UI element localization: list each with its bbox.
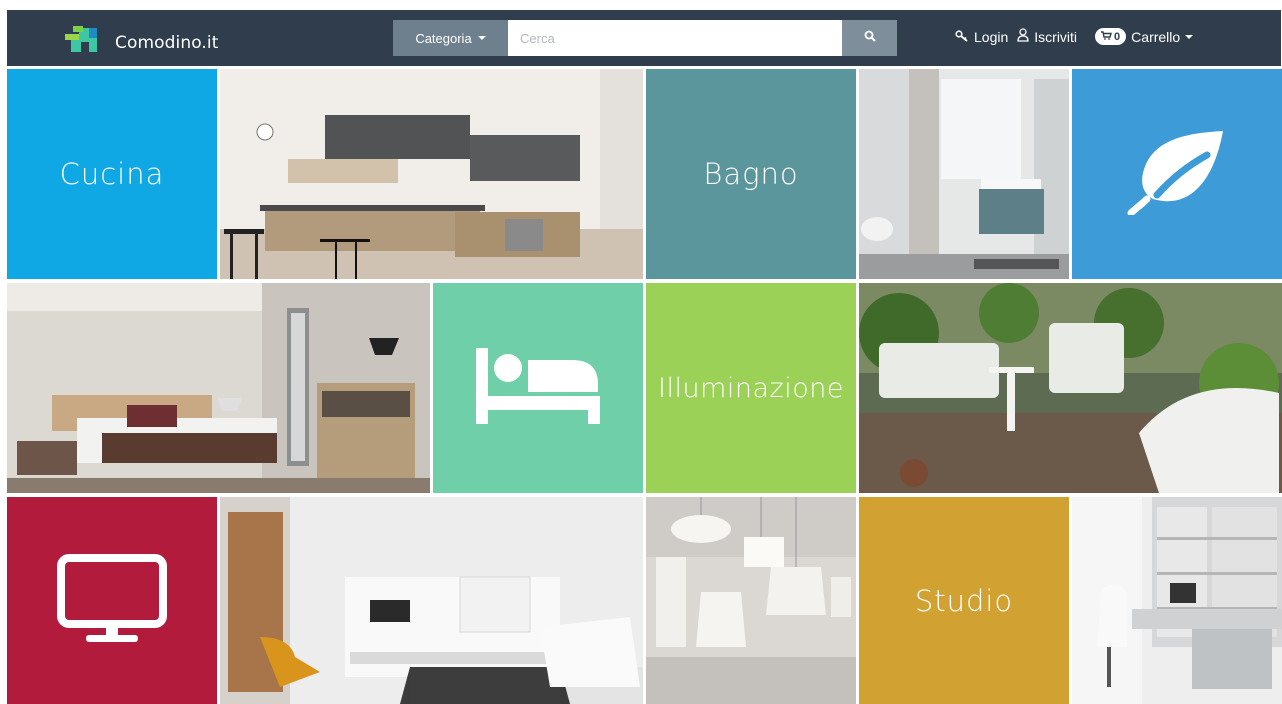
category-label: Categoria xyxy=(415,30,472,46)
search-input[interactable] xyxy=(508,20,842,56)
chevron-down-icon xyxy=(1185,34,1194,39)
login-label: Login xyxy=(974,28,1009,45)
bed-icon xyxy=(476,347,600,429)
lighting-image xyxy=(646,497,856,704)
register-link[interactable]: Iscriviti xyxy=(1017,28,1077,45)
house-logo-icon xyxy=(63,26,105,59)
cart-label: Carrello xyxy=(1131,28,1181,45)
login-link[interactable]: Login xyxy=(955,29,1008,45)
kitchen-image xyxy=(220,69,643,279)
tile-label-studio: Studio xyxy=(914,583,1014,618)
bedroom-image xyxy=(7,283,430,493)
category-tile-illuminazione[interactable]: Illuminazione xyxy=(646,283,856,493)
chevron-down-icon xyxy=(477,36,486,40)
nav-actions: Login Iscriviti 0 Carrello xyxy=(955,28,1194,45)
cart-count: 0 xyxy=(1114,30,1121,43)
search-group: Categoria xyxy=(393,20,897,56)
lighting-photo[interactable] xyxy=(646,497,856,704)
category-tile-soggiorno[interactable] xyxy=(7,497,217,704)
user-icon xyxy=(1017,28,1029,45)
study-photo[interactable] xyxy=(1072,497,1282,704)
cart-icon xyxy=(1101,30,1112,43)
study-image xyxy=(1072,497,1282,704)
category-tile-studio[interactable]: Studio xyxy=(859,497,1069,704)
bathroom-photo[interactable] xyxy=(859,69,1069,279)
kitchen-photo[interactable] xyxy=(220,69,643,279)
tile-label-cucina: Cucina xyxy=(59,157,165,191)
tile-label-illuminazione: Illuminazione xyxy=(658,372,844,404)
leaf-icon xyxy=(1127,129,1227,220)
garden-image xyxy=(859,283,1282,493)
search-icon xyxy=(864,29,876,47)
category-tile-bagno[interactable]: Bagno xyxy=(646,69,856,279)
tile-label-bagno: Bagno xyxy=(703,157,799,191)
garden-photo[interactable] xyxy=(859,283,1282,493)
brand-link[interactable]: Comodino.it xyxy=(63,26,219,59)
search-button[interactable] xyxy=(842,20,897,56)
category-tile-camera[interactable] xyxy=(433,283,643,493)
register-label: Iscriviti xyxy=(1034,28,1078,45)
bathroom-image xyxy=(859,69,1069,279)
bedroom-photo[interactable] xyxy=(7,283,430,493)
category-tile-giardino[interactable] xyxy=(1072,69,1282,279)
livingroom-image xyxy=(220,497,643,704)
cart-count-badge: 0 xyxy=(1095,28,1127,45)
key-icon xyxy=(955,29,969,45)
monitor-icon xyxy=(56,553,168,648)
category-dropdown[interactable]: Categoria xyxy=(393,20,508,56)
top-navbar: Comodino.it Categoria Login Iscriviti xyxy=(7,10,1281,66)
brand-name: Comodino.it xyxy=(115,32,219,53)
category-tile-cucina[interactable]: Cucina xyxy=(7,69,217,279)
livingroom-photo[interactable] xyxy=(220,497,643,704)
cart-dropdown[interactable]: 0 Carrello xyxy=(1095,28,1194,45)
